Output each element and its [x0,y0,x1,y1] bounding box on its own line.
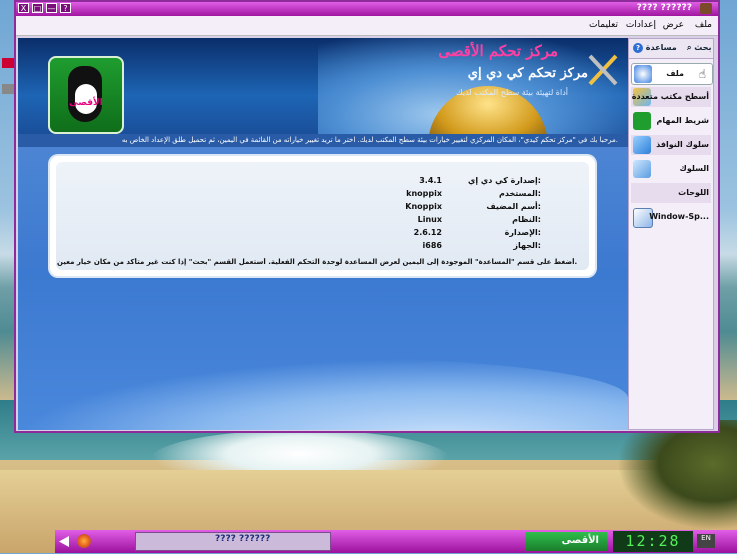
tab-search[interactable]: ⌕ بحث [687,41,712,55]
desktop-icon[interactable] [2,58,14,68]
module-sidebar: ? مساعدة ⌕ بحث ملف ☝ أسطح مكتب متعددة شر… [628,38,714,430]
pager-label: الأقصى [561,535,599,546]
sidebar-item-multiple-desktops[interactable]: أسطح مكتب متعددة [631,87,711,107]
menu-settings[interactable]: إعدادات [626,20,656,30]
tools-icon [588,54,618,86]
behavior-icon [633,160,651,178]
sidebar-item-label: ملف [666,69,684,78]
help-icon: ? [633,43,643,53]
intro-text: مرحبا بك في "مركز تحكم كيدي"، المكان الم… [18,134,628,147]
window-behavior-icon [633,136,651,154]
menu-view[interactable]: عرض [663,20,684,30]
search-icon: ⌕ [687,43,692,52]
logo-label: الأقصى [69,98,103,108]
panels-icon [633,184,651,202]
clock[interactable]: 12:28 [613,531,693,552]
minimize-button[interactable]: — [46,3,57,13]
info-value: Linux [417,215,442,224]
info-label: المستخدم: [499,189,541,198]
sidebar-item-taskbar[interactable]: شريط المهام [631,111,711,131]
info-value: knoppix [406,189,442,198]
sidebar-item-label: اللوحات [678,188,709,197]
info-value: Knoppix [405,202,442,211]
control-center-window: X □ — ? ???? ?????? ملف عرض إعدادات تعلي… [14,0,720,433]
info-value: 2.6.12 [413,228,442,237]
tab-help[interactable]: ? مساعدة [633,41,677,55]
background-swoosh [18,358,628,430]
desktop-pager[interactable]: الأقصى [525,532,607,551]
info-label: إصدارة كي دي إي: [468,176,541,185]
info-row: الإصدارة: 2.6.12 [56,228,589,240]
sidebar-item-window-specific[interactable]: Window-Sp... [631,207,711,228]
info-label: النظام: [512,215,541,224]
sidebar-item-label: شريط المهام [656,116,709,125]
menu-help[interactable]: تعليمات [589,20,618,30]
sidebar-item-label: السلوك [679,164,710,173]
menu-file[interactable]: ملف [695,20,712,30]
info-row: الجهاز: i686 [56,241,589,253]
info-value: i686 [422,241,442,250]
logo-tux: الأقصى [48,56,124,134]
taskbar: ???? ?????? الأقصى 12:28 EN [55,530,737,553]
banner-title: مركز تحكم الأقصى [438,42,558,60]
window-title: ???? ?????? [636,3,692,13]
banner: الأقصى مركز تحكم الأقصى مركز تحكم كي دي … [18,38,628,146]
desktop-icon[interactable] [2,84,14,94]
info-row: النظام: Linux [56,215,589,227]
close-button[interactable]: X [18,3,29,13]
info-row: إصدارة كي دي إي: 3.4.1 [56,176,589,188]
penguin-icon [633,112,651,130]
info-value: 3.4.1 [419,176,442,185]
back-arrow-icon [634,65,652,83]
cursor-hand-icon: ☝ [698,67,706,81]
sidebar-item-label: سلوك النوافذ [656,140,709,149]
firefox-icon[interactable] [77,534,91,548]
maximize-button[interactable]: □ [32,3,43,13]
banner-tagline: أداة لتهيئة بيئة سطح المكتب لديك [456,88,568,97]
sidebar-tabs: ? مساعدة ⌕ بحث [629,39,713,59]
start-button[interactable] [55,532,73,551]
title-bar[interactable]: X □ — ? ???? ?????? [16,2,718,16]
taskbar-window-label: ???? ?????? [215,534,271,544]
sidebar-item-behavior[interactable]: السلوك [631,159,711,179]
keyboard-layout-indicator[interactable]: EN [697,534,715,548]
info-label: الجهاز: [513,241,541,250]
help-button[interactable]: ? [60,3,71,13]
arrow-left-icon [59,536,69,547]
tab-help-label: مساعدة [645,43,677,52]
info-label: أسم المضيف: [486,202,541,211]
sidebar-item-label: Window-Sp... [649,212,709,221]
info-row: المستخدم: knoppix [56,189,589,201]
sidebar-item-window-behavior[interactable]: سلوك النوافذ [631,135,711,155]
banner-subtitle: مركز تحكم كي دي إي [467,66,588,81]
tab-search-label: بحث [694,43,712,52]
info-row: أسم المضيف: Knoppix [56,202,589,214]
desktop-palm [617,420,737,530]
menu-bar: ملف عرض إعدادات تعليمات [16,16,718,36]
main-content: الأقصى مركز تحكم الأقصى مركز تحكم كي دي … [18,38,628,430]
sidebar-item-panels[interactable]: اللوحات [631,183,711,203]
info-label: الإصدارة: [504,228,541,237]
system-info-panel: إصدارة كي دي إي: 3.4.1 المستخدم: knoppix… [56,162,589,270]
system-info-box: إصدارة كي دي إي: 3.4.1 المستخدم: knoppix… [50,156,595,276]
sidebar-item-label: أسطح مكتب متعددة [631,92,709,101]
app-icon [700,3,712,14]
sidebar-item-file[interactable]: ملف ☝ [631,63,713,85]
help-note: أضغط على قسم "المساعدة" الموجودة إلى الي… [57,258,577,266]
